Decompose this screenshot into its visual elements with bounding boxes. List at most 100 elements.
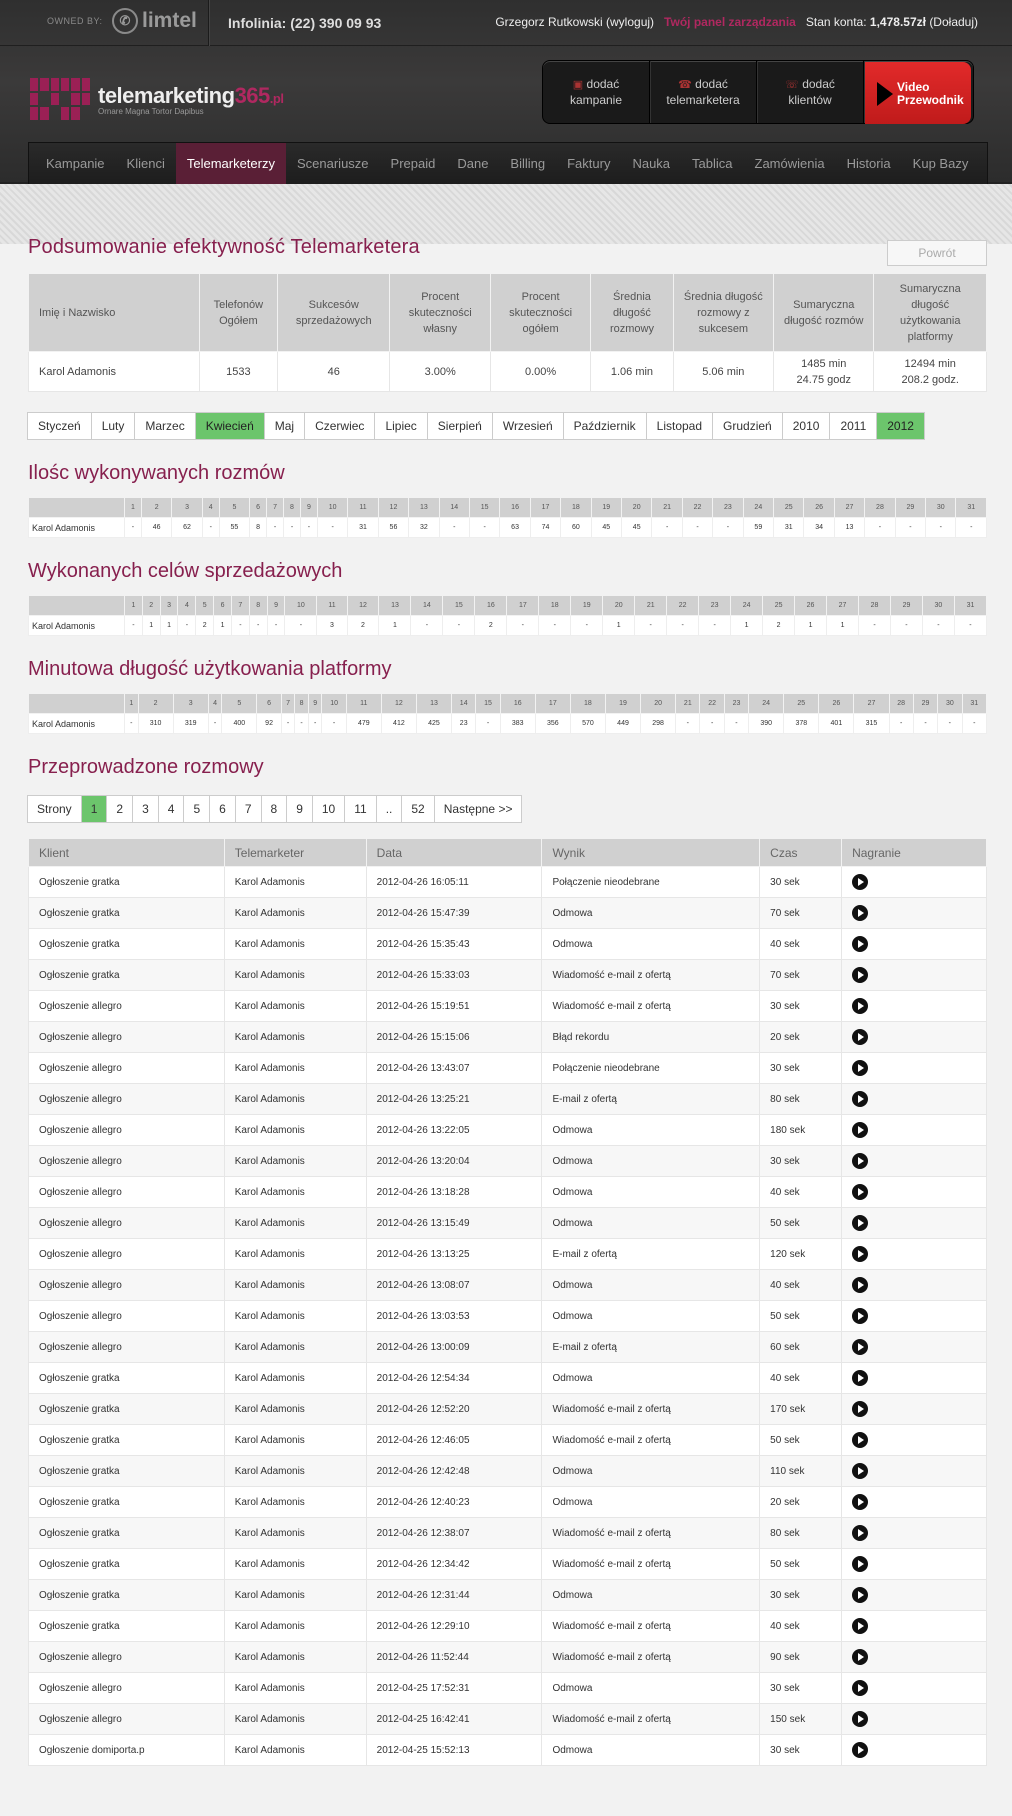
- nav-item-kampanie[interactable]: Kampanie: [35, 143, 116, 184]
- calls-header[interactable]: Telemarketer: [223, 838, 367, 867]
- nav-item-tablica[interactable]: Tablica: [681, 143, 743, 184]
- pager-item[interactable]: 3: [132, 795, 159, 823]
- calls-header[interactable]: Klient: [28, 838, 225, 867]
- month-grudzień[interactable]: Grudzień: [712, 412, 783, 440]
- month-2010[interactable]: 2010: [781, 412, 831, 440]
- pager-item[interactable]: 52: [401, 795, 435, 823]
- calls-cell: Ogłoszenie allegro: [28, 1641, 225, 1673]
- site-logo[interactable]: telemarketing365.pl Ornare Magna Tortor …: [30, 78, 284, 120]
- pager-item[interactable]: 5: [183, 795, 211, 823]
- month-2012[interactable]: 2012: [876, 412, 925, 440]
- month-2011[interactable]: 2011: [829, 412, 878, 440]
- video-guide-button[interactable]: Video Przewodnik: [865, 62, 971, 124]
- play-recording-icon[interactable]: [852, 1711, 869, 1727]
- play-recording-icon[interactable]: [852, 1618, 869, 1634]
- grid-cell: 31: [347, 517, 379, 538]
- nav-item-prepaid[interactable]: Prepaid: [380, 143, 447, 184]
- nav-item-billing[interactable]: Billing: [499, 143, 556, 184]
- nav-item-faktury[interactable]: Faktury: [556, 143, 621, 184]
- add-campaign-button[interactable]: ▣ dodać kampanie: [543, 61, 650, 123]
- play-recording-icon[interactable]: [852, 1587, 869, 1603]
- nav-item-klienci[interactable]: Klienci: [116, 143, 176, 184]
- play-recording-icon[interactable]: [852, 1215, 869, 1231]
- month-selector: Styczeń Luty Marzec Kwiecień Maj Czerwiec Lipi…: [27, 412, 987, 440]
- add-clients-button[interactable]: ☏ dodać klientów: [757, 61, 864, 123]
- pager-item[interactable]: 11: [344, 795, 377, 823]
- play-recording-icon[interactable]: [852, 1525, 869, 1541]
- nav-item-historia[interactable]: Historia: [836, 143, 902, 184]
- pager-item[interactable]: 10: [311, 795, 346, 823]
- pager-item[interactable]: 1: [80, 795, 108, 823]
- play-recording-icon[interactable]: [852, 967, 869, 983]
- play-recording-icon[interactable]: [852, 1246, 869, 1262]
- play-recording-icon[interactable]: [852, 1184, 869, 1200]
- play-recording-icon[interactable]: [852, 1370, 869, 1386]
- month-listopad[interactable]: Listopad: [645, 412, 714, 440]
- nav-item-scenariusze[interactable]: Scenariusze: [286, 143, 380, 184]
- play-recording-icon[interactable]: [852, 1742, 869, 1758]
- play-recording-icon[interactable]: [852, 1432, 869, 1448]
- month-kwiecień[interactable]: Kwiecień: [194, 412, 265, 440]
- limtel-logo[interactable]: ✆ limtel: [112, 8, 197, 34]
- play-recording-icon[interactable]: [852, 998, 869, 1014]
- play-recording-icon[interactable]: [852, 1494, 869, 1510]
- pager-item[interactable]: 2: [106, 795, 134, 823]
- add-telemarketer-button[interactable]: ☎ dodać telemarketera: [650, 61, 757, 123]
- month-sierpień[interactable]: Sierpień: [426, 412, 493, 440]
- play-recording-icon[interactable]: [852, 1122, 869, 1138]
- month-styczeń[interactable]: Styczeń: [27, 412, 92, 440]
- calls-header[interactable]: Czas: [759, 838, 843, 867]
- play-recording-icon[interactable]: [852, 1463, 869, 1479]
- pager-item[interactable]: 8: [260, 795, 288, 823]
- calls-header[interactable]: Nagranie: [841, 838, 987, 867]
- nav-item-zamówienia[interactable]: Zamówienia: [744, 143, 836, 184]
- play-recording-icon[interactable]: [852, 1277, 869, 1293]
- pager-item[interactable]: 9: [286, 795, 313, 823]
- calls-cell: E-mail z ofertą: [541, 1331, 761, 1363]
- play-recording-icon[interactable]: [852, 1556, 869, 1572]
- month-marzec[interactable]: Marzec: [134, 412, 196, 440]
- play-recording-icon[interactable]: [852, 1153, 869, 1169]
- back-button[interactable]: Powrót: [887, 240, 987, 266]
- play-recording-icon[interactable]: [852, 1308, 869, 1324]
- calls-header[interactable]: Data: [365, 838, 543, 867]
- play-recording-icon[interactable]: [852, 1680, 869, 1696]
- calls-cell: 70 sek: [759, 959, 843, 991]
- pager-item[interactable]: 7: [234, 795, 262, 823]
- month-maj[interactable]: Maj: [263, 412, 306, 440]
- pager-item[interactable]: 4: [157, 795, 185, 823]
- play-recording-icon[interactable]: [852, 1649, 869, 1665]
- play-recording-icon[interactable]: [852, 1091, 869, 1107]
- play-recording-icon[interactable]: [852, 1339, 869, 1355]
- play-recording-icon[interactable]: [852, 1029, 869, 1045]
- nav-item-dane[interactable]: Dane: [446, 143, 499, 184]
- month-czerwiec[interactable]: Czerwiec: [304, 412, 376, 440]
- topup-link[interactable]: (Doładuj): [929, 15, 978, 29]
- table-row: Ogłoszenie allegro Karol Adamonis 2012-04-…: [28, 1331, 987, 1363]
- play-recording-icon[interactable]: [852, 874, 869, 890]
- nav-item-nauka[interactable]: Nauka: [621, 143, 681, 184]
- panel-link[interactable]: Twój panel zarządzania: [664, 15, 796, 29]
- day-header: 3: [172, 693, 209, 714]
- pager-item[interactable]: 6: [209, 795, 236, 823]
- pager-item[interactable]: ..: [375, 795, 403, 823]
- calls-cell: Ogłoszenie gratka: [28, 1579, 225, 1611]
- calls-header[interactable]: Wynik: [541, 838, 761, 867]
- calls-cell: 2012-04-25 15:52:13: [365, 1734, 543, 1766]
- play-recording-icon[interactable]: [852, 1401, 869, 1417]
- nav-item-kup bazy[interactable]: Kup Bazy: [902, 143, 980, 184]
- play-recording-icon[interactable]: [852, 936, 869, 952]
- user-logout-link[interactable]: Grzegorz Rutkowski (wyloguj): [495, 15, 654, 29]
- play-recording-icon[interactable]: [852, 1060, 869, 1076]
- grid-cell: 401: [818, 713, 855, 734]
- pager-item[interactable]: Następne >>: [433, 795, 523, 823]
- play-recording-icon[interactable]: [852, 905, 869, 921]
- month-październik[interactable]: Październik: [562, 412, 647, 440]
- month-wrzesień[interactable]: Wrzesień: [491, 412, 564, 440]
- month-luty[interactable]: Luty: [90, 412, 136, 440]
- day-header: 23: [712, 497, 744, 518]
- summary-cell: 3.00%: [389, 351, 491, 392]
- calls-cell: Karol Adamonis: [223, 1238, 367, 1270]
- month-lipiec[interactable]: Lipiec: [374, 412, 428, 440]
- nav-item-telemarketerzy[interactable]: Telemarketerzy: [175, 143, 286, 184]
